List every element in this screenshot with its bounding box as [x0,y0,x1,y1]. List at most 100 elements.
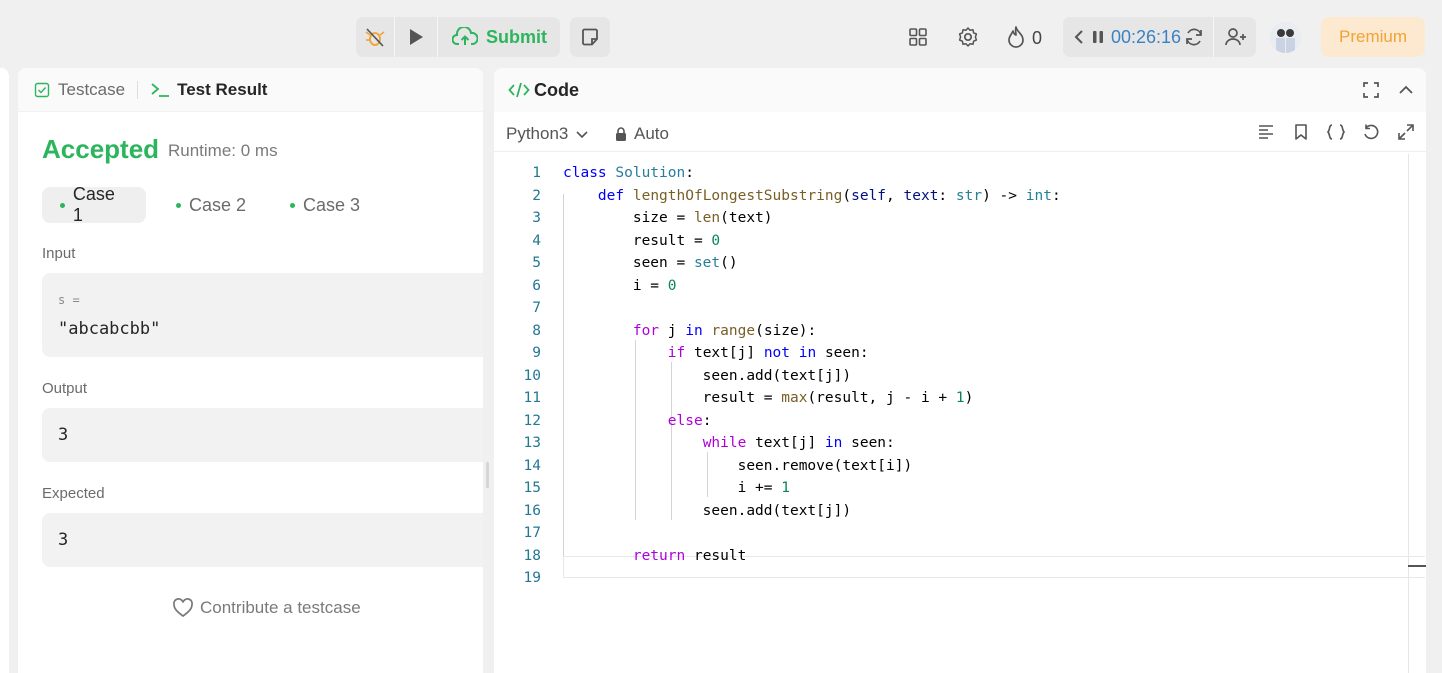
resize-handle[interactable] [486,462,489,488]
code-line: 19 [494,567,1426,590]
code-line: 16 seen.add(text[j]) [494,500,1426,523]
panel-tabs: Testcase Test Result [18,68,483,112]
fullscreen-button[interactable] [1360,79,1382,101]
undo-icon [1364,124,1379,140]
refresh-icon [1186,28,1202,46]
timer-collapse-button[interactable] [1071,27,1087,52]
code-line: 17 [494,522,1426,545]
add-user-icon [1225,28,1246,46]
code-line: 10 seen.add(text[j]) [494,365,1426,388]
case-tab-1[interactable]: Case 1 [42,184,146,225]
line-number: 17 [523,525,541,541]
cloud-upload-icon [452,27,478,45]
collapse-panel-button[interactable] [1395,79,1417,101]
code-line: 6 i = 0 [494,275,1426,298]
code-line: 12 else: [494,410,1426,433]
line-number: 6 [532,277,541,294]
flame-icon [1008,26,1024,48]
line-number: 13 [523,435,541,451]
avatar-image [1270,22,1301,53]
submit-button[interactable]: Submit [438,17,558,57]
chevron-down-icon [576,131,588,139]
tab-test-result[interactable]: Test Result [150,80,267,100]
code-line: 1 class Solution: [494,162,1426,185]
tab-testcase-label: Testcase [58,79,126,99]
code-editor[interactable]: 1 class Solution: 2 def lengthOfLongestSu… [494,154,1426,673]
line-number: 12 [523,412,541,429]
language-select[interactable]: Python3 [506,124,590,144]
code-text: seen.add(text[j]) [563,367,852,384]
bookmark-icon [1295,124,1307,140]
add-collaborator-button[interactable] [1224,26,1248,53]
checkbox-icon [34,82,50,97]
pause-icon [1093,31,1103,43]
braces-button[interactable] [1325,121,1347,143]
expected-value: 3 [58,530,69,550]
streak-count: 0 [1032,28,1043,48]
timer-group: 00:26:16 [1063,17,1256,57]
line-number: 9 [532,345,541,361]
line-number: 14 [523,457,541,474]
debug-button[interactable] [356,17,394,57]
pass-dot [290,202,295,208]
run-submit-group: Submit [356,17,560,57]
case-tab-3[interactable]: Case 3 [272,187,378,223]
auto-mode-toggle[interactable]: Auto [614,124,669,144]
layout-grid-icon [909,28,927,46]
timer-reset-button[interactable] [1183,26,1205,53]
bookmark-button[interactable] [1290,121,1312,143]
code-text: seen.add(text[j]) [563,502,852,519]
code-line: 8 for j in range(size): [494,320,1426,343]
test-result-panel: Testcase Test Result Accepted Runtime: 0… [18,68,483,673]
contribute-testcase-button[interactable]: Contribute a testcase [172,598,361,618]
code-panel: Code Python3 Auto 1 class Solution: 2 de… [494,68,1426,673]
lock-icon [616,127,626,141]
premium-button[interactable]: Premium [1321,17,1425,57]
layout-button[interactable] [905,24,931,50]
editor-toolbar: Python3 Auto [494,112,1426,152]
input-box: s = "abcabcbb" [42,273,483,357]
auto-label: Auto [634,124,669,143]
line-number: 10 [523,367,541,384]
line-number: 19 [523,570,541,586]
code-line: 18 return result [494,545,1426,568]
reset-code-button[interactable] [1360,121,1382,143]
code-text: for j in range(size): [632,322,817,339]
result-status: Accepted [42,134,160,164]
bug-icon [365,28,385,47]
top-bar: Submit 0 00:26:16 Premium [0,0,1442,68]
notes-button[interactable] [570,17,610,57]
run-button[interactable] [395,17,437,57]
code-text: return result [632,547,747,564]
code-line: 13 while text[j] in seen: [494,432,1426,455]
line-number: 2 [532,187,541,204]
line-number: 15 [523,480,541,496]
line-number: 3 [532,210,541,226]
terminal-icon [151,82,170,97]
gear-icon [958,27,978,47]
code-line: 4 result = 0 [494,230,1426,253]
line-number: 5 [532,255,541,271]
expand-editor-button[interactable] [1395,121,1417,143]
format-button[interactable] [1255,121,1277,143]
code-line: 9 if text[j] not in seen: [494,342,1426,365]
language-label: Python3 [506,124,569,143]
case-tab-2[interactable]: Case 2 [158,187,264,223]
case-label: Case 3 [303,194,361,215]
timer-pause-button[interactable] [1091,29,1105,50]
code-line: 3 size = len(text) [494,207,1426,230]
editor-scrollbar[interactable] [1408,154,1409,673]
settings-button[interactable] [955,24,981,50]
code-header: Code [494,68,1426,112]
streak-button[interactable] [1003,24,1029,50]
code-text: def lengthOfLongestSubstring(self, text:… [597,187,1061,204]
code-text: size = len(text) [563,210,773,226]
tab-testcase[interactable]: Testcase [34,80,125,100]
output-value: 3 [58,425,69,445]
line-number: 18 [523,547,541,564]
avatar[interactable] [1270,22,1301,53]
code-text: i = 0 [563,277,677,294]
note-icon [582,28,598,46]
chevron-up-icon [1399,85,1413,94]
code-text: result = max(result, j - i + 1) [563,390,974,406]
